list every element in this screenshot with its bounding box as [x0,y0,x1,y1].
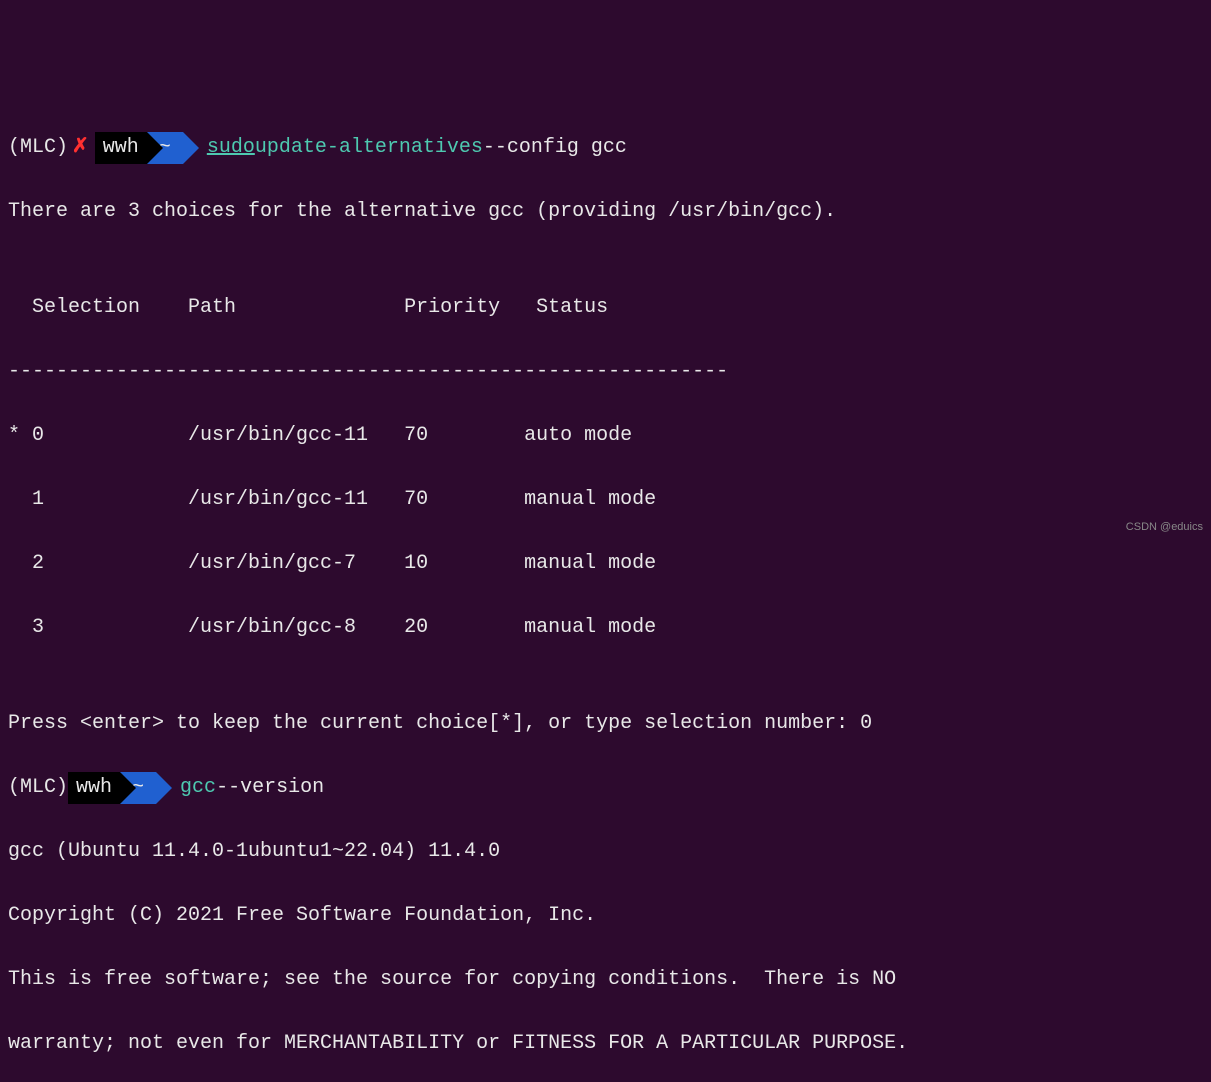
version-line: This is free software; see the source fo… [8,964,1203,996]
env-label: (MLC) [8,132,68,164]
table-row: * 0 /usr/bin/gcc-11 70 auto mode [8,420,1203,452]
table-row: 2 /usr/bin/gcc-7 10 manual mode [8,548,1203,580]
prompt-line-1[interactable]: (MLC) ✗ wwh ~ sudo update-alternatives -… [8,132,1203,164]
cmd-name: update-alternatives [255,132,483,164]
version-line: gcc (Ubuntu 11.4.0-1ubuntu1~22.04) 11.4.… [8,836,1203,868]
output-summary: There are 3 choices for the alternative … [8,196,1203,228]
cmd-name: gcc [180,772,216,804]
cmd-sudo: sudo [207,132,255,164]
error-status-icon: ✗ [72,132,89,164]
watermark: CSDN @eduics [1126,519,1203,537]
version-line: Copyright (C) 2021 Free Software Foundat… [8,900,1203,932]
table-divider: ----------------------------------------… [8,356,1203,388]
env-label: (MLC) [8,772,68,804]
prompt-line-2[interactable]: (MLC) wwh ~ gcc --version [8,772,1203,804]
user-label: wwh [76,772,112,804]
prompt-user-segment: wwh [68,772,120,804]
cmd-args: --version [216,772,324,804]
table-header: Selection Path Priority Status [8,292,1203,324]
press-prompt: Press <enter> to keep the current choice… [8,708,1203,740]
prompt-user-segment: wwh [95,132,147,164]
version-line: warranty; not even for MERCHANTABILITY o… [8,1028,1203,1060]
table-row: 3 /usr/bin/gcc-8 20 manual mode [8,612,1203,644]
cmd-args: --config gcc [483,132,627,164]
table-row: 1 /usr/bin/gcc-11 70 manual mode [8,484,1203,516]
user-label: wwh [103,132,139,164]
